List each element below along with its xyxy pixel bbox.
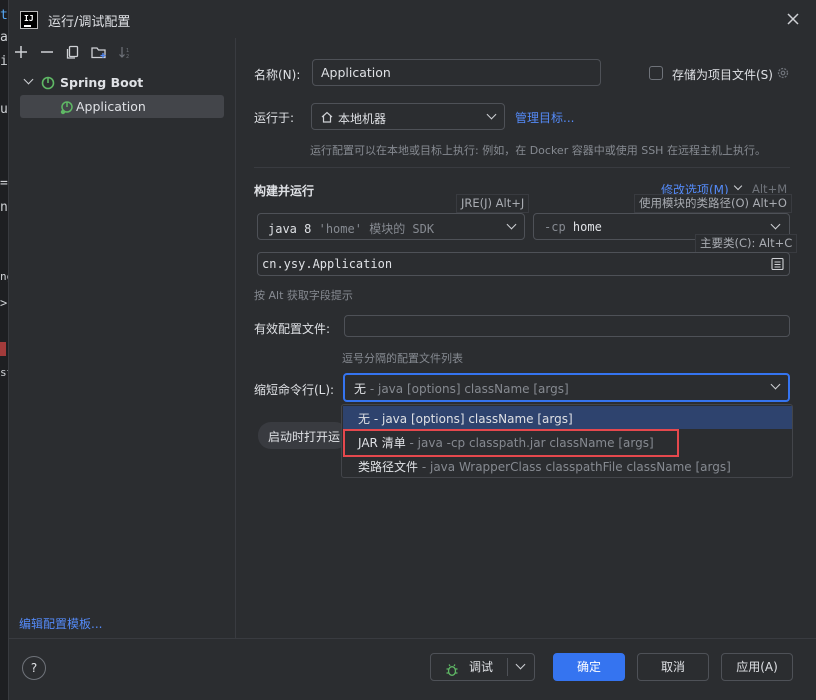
sdk-module: 'home' — [318, 222, 362, 236]
bg-fragment: i — [0, 54, 8, 69]
chevron-down-icon — [486, 109, 497, 120]
open-on-start-chip[interactable]: 启动时打开运 — [258, 422, 348, 449]
left-panel — [9, 38, 236, 638]
chevron-down-icon — [770, 219, 781, 230]
tree-group-label: Spring Boot — [60, 75, 144, 90]
alt-hint: 按 Alt 获取字段提示 — [254, 289, 353, 302]
cancel-button[interactable]: 取消 — [637, 653, 709, 681]
main-class-field[interactable]: cn.ysy.Application — [257, 252, 790, 276]
tree-item-application[interactable]: Application — [20, 95, 224, 118]
chevron-down-icon — [506, 219, 517, 230]
run-on-hint: 运行配置可以在本地或目标上执行: 例如，在 Docker 容器中或使用 SSH … — [310, 144, 766, 157]
store-as-file-checkbox[interactable] — [649, 66, 663, 80]
dropdown-option[interactable]: 类路径文件 - java WrapperClass classpathFile … — [343, 454, 792, 477]
browse-icon[interactable] — [771, 257, 784, 271]
bg-fragment: = — [0, 176, 8, 191]
ok-button[interactable]: 确定 — [553, 653, 625, 681]
bg-fragment: a — [0, 30, 8, 45]
app-logo-icon: IJ — [20, 11, 38, 29]
chevron-down-icon — [23, 74, 34, 85]
separator — [254, 167, 790, 168]
run-on-select[interactable]: 本地机器 — [311, 103, 505, 130]
manage-targets-link[interactable]: 管理目标... — [515, 109, 574, 126]
add-icon[interactable] — [14, 45, 28, 59]
name-field-value: Application — [321, 65, 391, 80]
edit-templates-link[interactable]: 编辑配置模板... — [19, 615, 102, 632]
classpath-tooltip: 使用模块的类路径(O) Alt+O — [634, 194, 792, 213]
debug-button[interactable]: 调试 — [430, 653, 535, 681]
active-profiles-field[interactable] — [344, 315, 790, 337]
apply-button[interactable]: 应用(A) — [721, 653, 793, 681]
shorten-cmd-select[interactable]: 无 - java [options] className [args] — [343, 373, 790, 402]
option-desc: - java WrapperClass classpathFile classN… — [421, 460, 731, 474]
gear-icon[interactable] — [776, 66, 790, 80]
name-field[interactable]: Application — [312, 59, 601, 86]
build-run-header: 构建并运行 — [254, 184, 315, 198]
debug-split-divider — [507, 658, 508, 676]
window-title: 运行/调试配置 — [48, 15, 131, 30]
sdk-version: java 8 — [268, 222, 312, 236]
sort-icon[interactable]: 12 — [118, 45, 132, 60]
bg-fragment: n — [0, 200, 8, 215]
name-label: 名称(N): — [254, 68, 301, 82]
copy-icon[interactable] — [66, 45, 80, 59]
bg-fragment: t — [0, 8, 8, 23]
open-on-start-label: 启动时打开运 — [268, 430, 341, 444]
option-main: 无 — [358, 412, 371, 426]
tree-group-spring-boot[interactable]: Spring Boot — [20, 72, 224, 94]
spring-boot-icon — [40, 75, 56, 91]
jre-tooltip: JRE(J) Alt+J — [456, 194, 530, 213]
debug-bug-icon — [445, 660, 459, 676]
remove-icon[interactable] — [40, 45, 54, 59]
help-button[interactable]: ? — [22, 656, 46, 680]
highlight-annotation-box — [343, 429, 679, 457]
main-class-tooltip: 主要类(C): Alt+C — [695, 234, 798, 253]
spring-app-icon — [60, 99, 76, 115]
bg-error-marker — [0, 342, 6, 356]
close-icon[interactable] — [784, 10, 802, 28]
active-profiles-label: 有效配置文件: — [254, 322, 331, 336]
help-icon: ? — [30, 661, 38, 675]
cp-value: home — [572, 220, 602, 234]
home-icon — [320, 110, 334, 124]
svg-text:2: 2 — [126, 54, 129, 59]
cp-flag: -cp — [544, 220, 566, 234]
dropdown-option[interactable]: 无 - java [options] className [args] — [343, 406, 792, 429]
store-as-file-label: 存储为项目文件(S) — [672, 68, 773, 82]
debug-label: 调试 — [469, 660, 494, 674]
bg-fragment: > — [0, 296, 8, 310]
bg-fragment: u — [0, 102, 8, 117]
chevron-down-icon[interactable] — [515, 659, 526, 670]
sdk-suffix: 模块的 SDK — [369, 222, 435, 236]
tree-item-label: Application — [76, 99, 146, 114]
sdk-select[interactable]: java 8 'home' 模块的 SDK — [257, 213, 525, 240]
run-on-label: 运行于: — [254, 111, 295, 125]
option-desc: - java [options] className [args] — [373, 412, 573, 426]
shorten-selected-main: 无 — [354, 382, 367, 396]
main-class-value: cn.ysy.Application — [262, 257, 393, 271]
active-profiles-hint: 逗号分隔的配置文件列表 — [342, 352, 463, 365]
folder-icon[interactable] — [91, 45, 107, 59]
chevron-down-icon — [770, 379, 781, 390]
footer-separator — [9, 638, 816, 639]
option-main: 类路径文件 — [358, 460, 419, 474]
run-on-value: 本地机器 — [338, 112, 387, 126]
shorten-selected-desc: - java [options] className [args] — [369, 382, 569, 396]
shorten-cmd-label: 缩短命令行(L): — [254, 383, 335, 397]
